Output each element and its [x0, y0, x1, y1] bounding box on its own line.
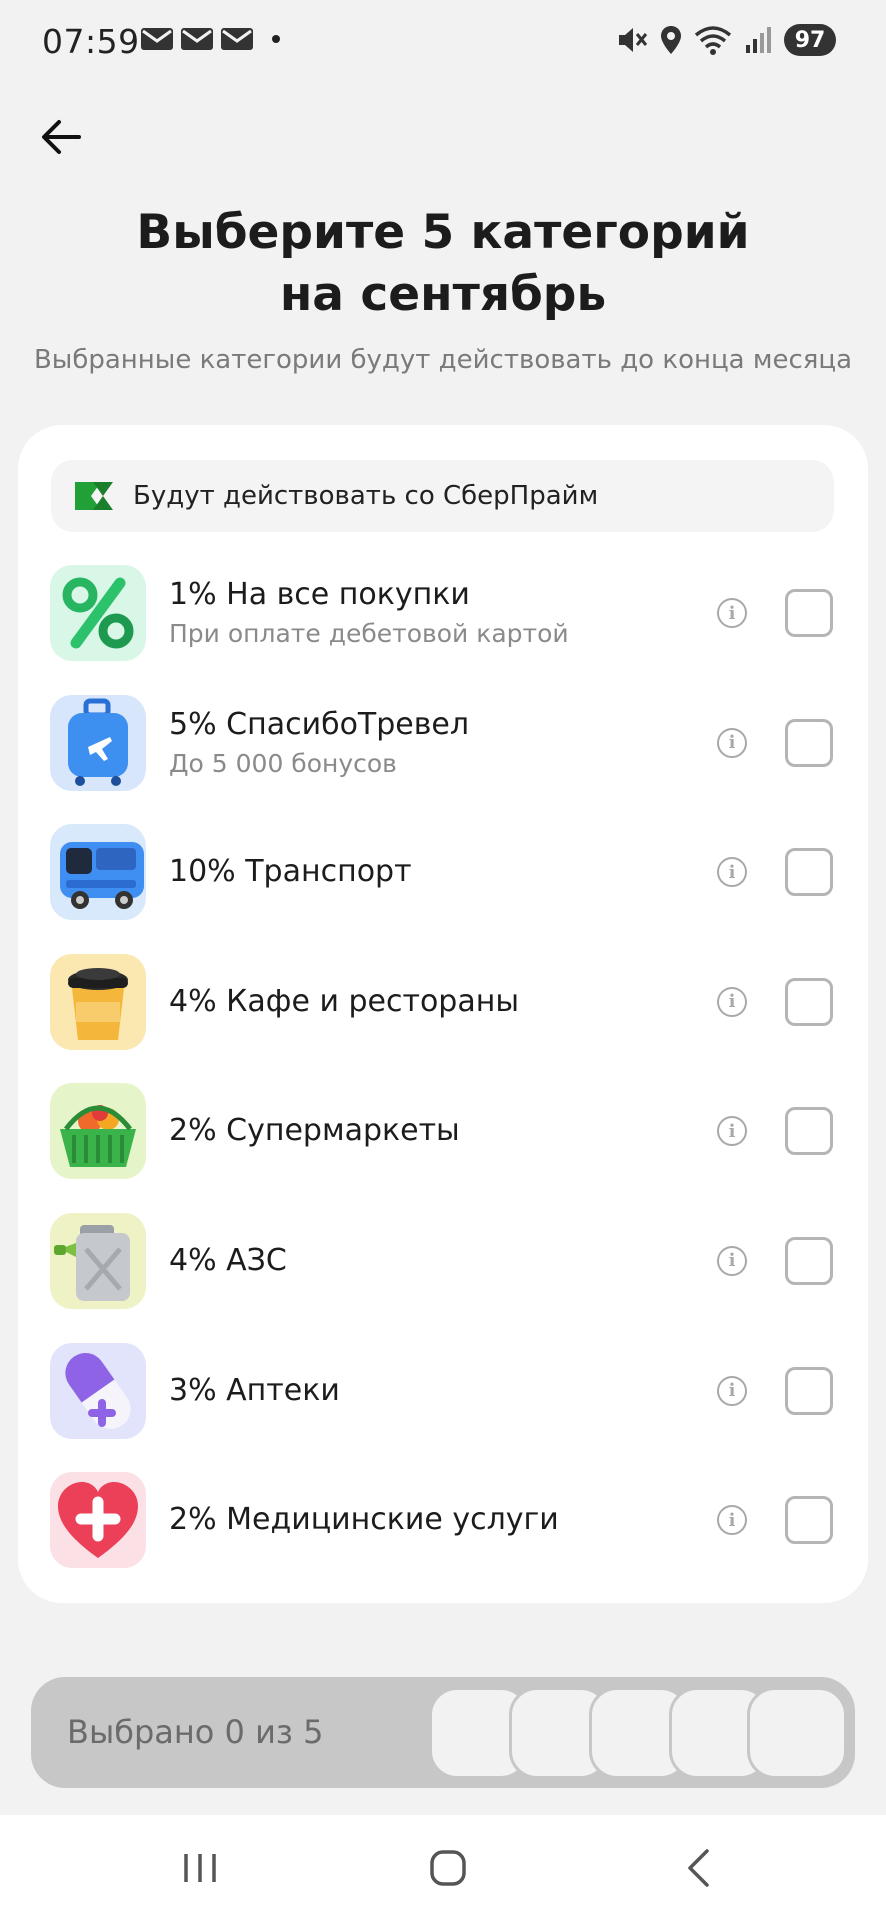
- pill-icon: [50, 1342, 146, 1439]
- system-icons: 97: [616, 24, 836, 56]
- category-item[interactable]: 1% На все покупки При оплате дебетовой к…: [18, 555, 868, 685]
- category-checkbox[interactable]: [785, 1496, 833, 1545]
- notification-icons: [140, 27, 280, 51]
- mute-icon: [619, 28, 648, 52]
- page-subtitle: Выбранные категории будут действовать до…: [33, 345, 853, 375]
- category-item[interactable]: 3% Аптеки i: [18, 1333, 868, 1463]
- info-icon[interactable]: i: [717, 727, 747, 758]
- dot-icon: [272, 35, 280, 43]
- mail-icon: [181, 28, 213, 50]
- selection-summary-button[interactable]: Выбрано 0 из 5: [31, 1677, 855, 1788]
- info-icon[interactable]: i: [717, 857, 747, 888]
- category-title: 10% Транспорт: [169, 854, 412, 890]
- category-item[interactable]: 4% АЗС i: [18, 1203, 868, 1333]
- system-nav-bar: [0, 1815, 886, 1920]
- category-checkbox[interactable]: [785, 1366, 833, 1415]
- category-checkbox[interactable]: [785, 1107, 833, 1156]
- category-item[interactable]: 10% Транспорт i: [18, 814, 868, 944]
- home-button[interactable]: [413, 1843, 483, 1893]
- category-item[interactable]: 2% Супермаркеты i: [18, 1073, 868, 1203]
- info-icon[interactable]: i: [717, 1116, 747, 1147]
- info-icon[interactable]: i: [717, 598, 747, 628]
- status-bar: 07:59 97: [0, 0, 886, 82]
- page-title-line1: Выберите 5 категорий: [136, 205, 750, 260]
- location-icon: [661, 26, 681, 54]
- category-subtitle: При оплате дебетовой картой: [169, 619, 569, 648]
- selection-count: Выбрано 0 из 5: [67, 1713, 324, 1751]
- recent-apps-button[interactable]: [165, 1843, 235, 1893]
- recent-apps-icon: [184, 1854, 216, 1882]
- category-checkbox[interactable]: [785, 977, 833, 1026]
- bus-icon: [50, 824, 146, 921]
- category-list: 1% На все покупки При оплате дебетовой к…: [18, 555, 868, 1592]
- category-title: 2% Медицинские услуги: [169, 1502, 559, 1538]
- category-title: 2% Супермаркеты: [169, 1113, 460, 1149]
- arrow-left-icon: [42, 120, 81, 154]
- home-icon: [430, 1850, 466, 1886]
- shopping-basket-icon: [50, 1083, 146, 1180]
- back-icon: [688, 1849, 709, 1887]
- info-icon[interactable]: i: [717, 1375, 747, 1406]
- fuel-canister-icon: [50, 1212, 146, 1309]
- mail-icon: [141, 28, 173, 50]
- battery-indicator: 97: [784, 24, 836, 56]
- category-subtitle: До 5 000 бонусов: [169, 748, 397, 778]
- selection-slot: [747, 1687, 847, 1779]
- sberprime-logo-icon: [75, 482, 113, 510]
- category-title: 1% На все покупки: [169, 577, 470, 612]
- sberprime-banner: Будут действовать со СберПрайм: [51, 460, 834, 532]
- category-checkbox[interactable]: [785, 589, 833, 637]
- category-title: 4% Кафе и рестораны: [169, 983, 520, 1019]
- category-title: 4% АЗС: [169, 1242, 287, 1278]
- page-title: Выберите 5 категорий на сентябрь: [0, 202, 886, 326]
- suitcase-icon: [50, 694, 146, 791]
- info-icon[interactable]: i: [717, 1245, 747, 1276]
- categories-card: Будут действовать со СберПрайм 1% На все…: [18, 425, 868, 1603]
- signal-icon: [746, 27, 771, 53]
- category-checkbox[interactable]: [785, 848, 833, 897]
- wifi-icon: [694, 26, 732, 55]
- mail-icon: [221, 28, 253, 50]
- info-icon[interactable]: i: [717, 1505, 747, 1536]
- page-title-line2: на сентябрь: [279, 267, 607, 322]
- status-time: 07:59: [42, 22, 140, 61]
- category-title: 5% СпасибоТревел: [169, 706, 470, 742]
- info-icon[interactable]: i: [717, 986, 747, 1017]
- category-checkbox[interactable]: [785, 718, 833, 767]
- category-item[interactable]: 4% Кафе и рестораны i: [18, 944, 868, 1074]
- nav-back-button[interactable]: [663, 1843, 733, 1893]
- selection-slots: [429, 1687, 849, 1779]
- category-title: 3% Аптеки: [169, 1372, 340, 1408]
- medical-heart-icon: [50, 1472, 146, 1569]
- back-button[interactable]: [36, 112, 86, 162]
- sberprime-banner-text: Будут действовать со СберПрайм: [133, 481, 599, 511]
- coffee-cup-icon: [50, 953, 146, 1050]
- percent-icon: [50, 565, 146, 661]
- category-item[interactable]: 5% СпасибоТревел До 5 000 бонусов i: [18, 685, 868, 815]
- category-checkbox[interactable]: [785, 1236, 833, 1285]
- category-item[interactable]: 2% Медицинские услуги i: [18, 1462, 868, 1592]
